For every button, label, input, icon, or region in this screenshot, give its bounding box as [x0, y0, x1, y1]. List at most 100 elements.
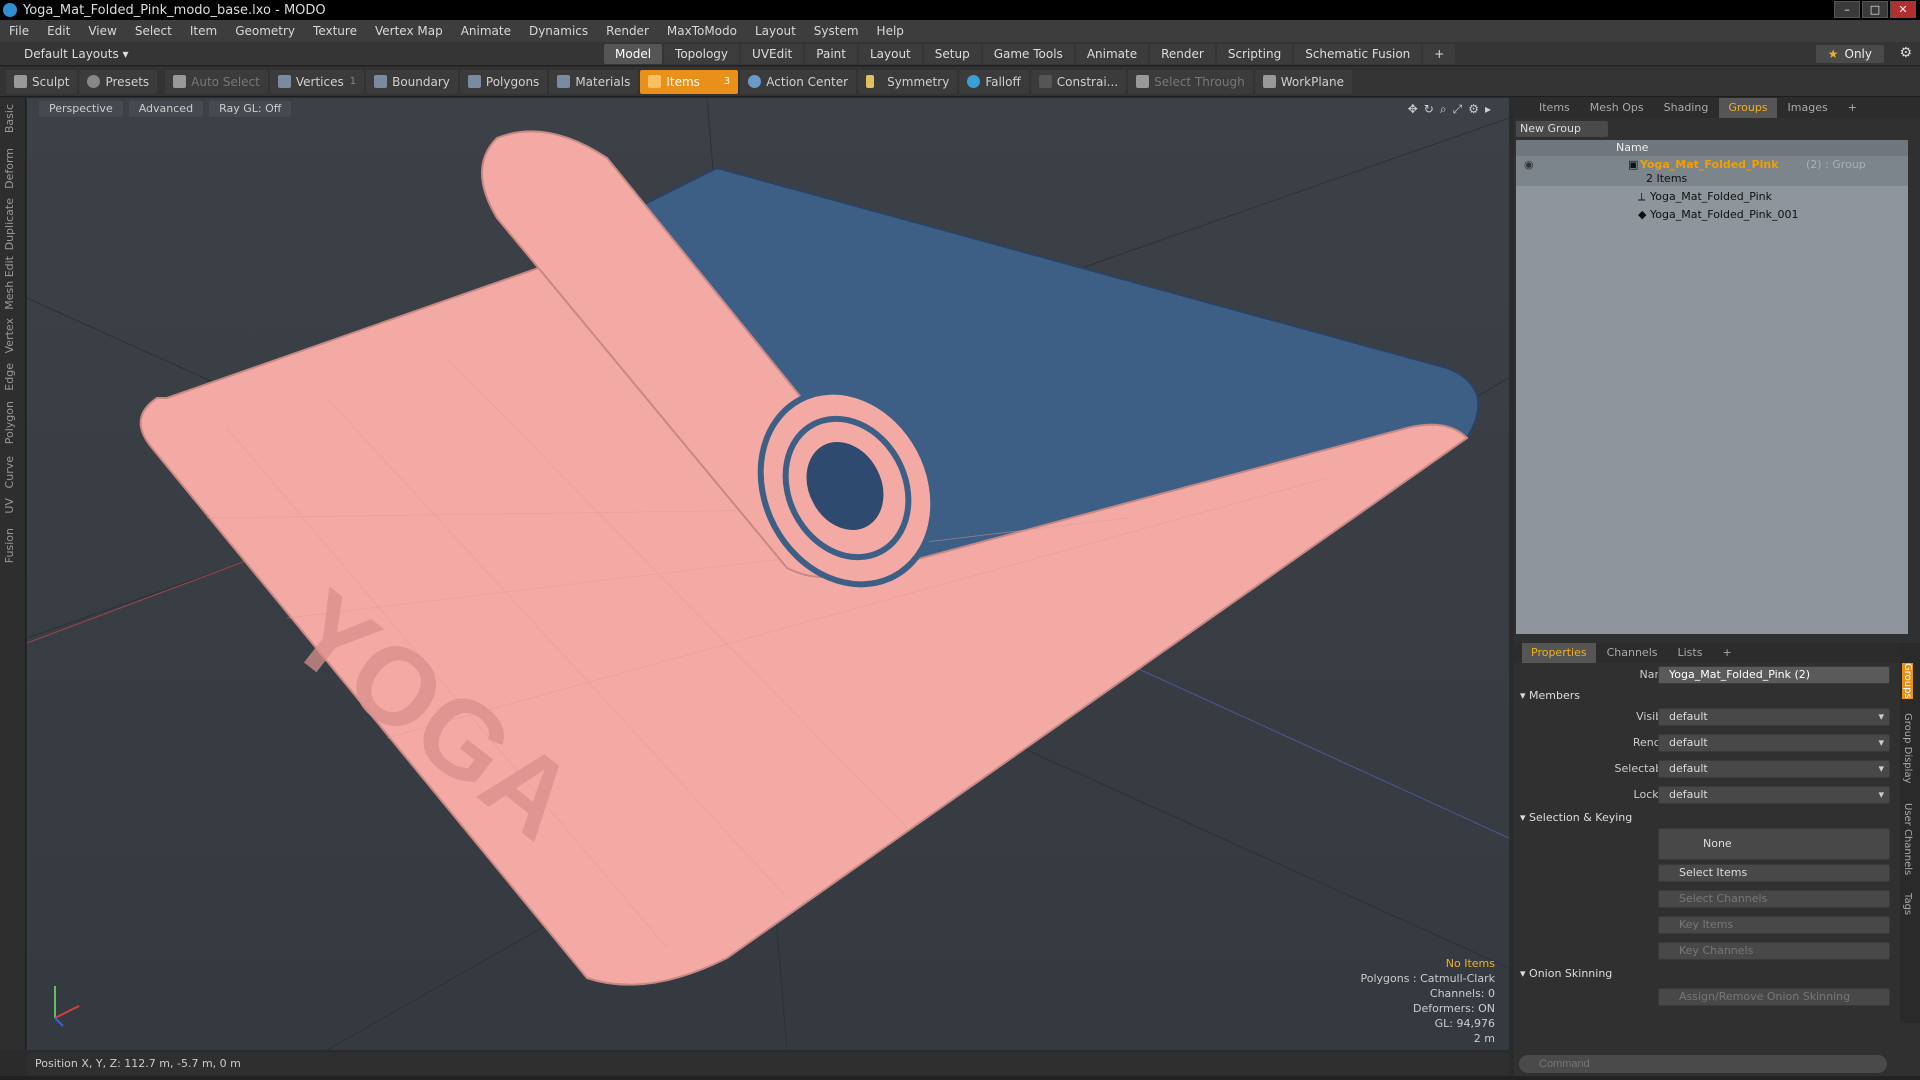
zoom-icon[interactable]: ⌕	[1440, 102, 1447, 117]
only-button[interactable]: ★ Only	[1815, 45, 1884, 63]
selection-keying-section[interactable]: ▾ Selection & Keying	[1520, 811, 1632, 824]
onion-skinning-section[interactable]: ▾ Onion Skinning	[1520, 967, 1612, 980]
locked-dropdown[interactable]: default	[1658, 786, 1890, 804]
rotate-icon[interactable]: ↻	[1424, 102, 1434, 117]
menu-view[interactable]: View	[79, 20, 125, 42]
gear-icon[interactable]: ⚙	[1899, 45, 1912, 61]
tab-game-tools[interactable]: Game Tools	[982, 44, 1074, 64]
boundary-button[interactable]: Boundary	[366, 69, 458, 94]
vtab-uv[interactable]: UV	[3, 498, 23, 514]
add-tab-button[interactable]: +	[1423, 44, 1456, 64]
default-layouts-dropdown[interactable]: Default Layouts ▾	[0, 47, 139, 61]
pan-icon[interactable]: ✥	[1408, 102, 1418, 117]
select-items-button[interactable]: Select Items	[1658, 864, 1890, 882]
menu-animate[interactable]: Animate	[452, 20, 520, 42]
vtab-mesh-edit[interactable]: Mesh Edit	[3, 256, 23, 310]
auto-select-button[interactable]: Auto Select	[165, 69, 268, 94]
menu-layout[interactable]: Layout	[746, 20, 805, 42]
tab-scripting[interactable]: Scripting	[1216, 44, 1293, 64]
name-field[interactable]: Yoga_Mat_Folded_Pink (2)	[1658, 666, 1890, 684]
tab-layout[interactable]: Layout	[858, 44, 922, 64]
minimize-button[interactable]: –	[1834, 1, 1860, 18]
sidetab-user-channels[interactable]: User Channels	[1902, 803, 1913, 875]
vtab-basic[interactable]: Basic	[3, 104, 23, 133]
tab-items[interactable]: Items	[1530, 98, 1579, 118]
menu-edit[interactable]: Edit	[38, 20, 79, 42]
select-channels-button[interactable]: Select Channels	[1658, 890, 1890, 908]
key-channels-button[interactable]: Key Channels	[1658, 942, 1890, 960]
items-button[interactable]: Items 3	[640, 69, 739, 94]
symmetry-button[interactable]: Symmetry	[858, 69, 958, 94]
tab-images[interactable]: Images	[1779, 98, 1837, 118]
sidetab-groups[interactable]: Groups	[1902, 663, 1913, 699]
symmetry-label: Symmetry	[887, 74, 950, 89]
vtab-curve[interactable]: Curve	[3, 456, 23, 488]
tab-model[interactable]: Model	[604, 44, 663, 64]
sculpt-button[interactable]: Sculpt	[6, 69, 78, 94]
none-button[interactable]: None	[1658, 828, 1890, 860]
menu-maxtomodo[interactable]: MaxToModo	[658, 20, 746, 42]
3d-viewport[interactable]: YOGA Perspective Advanced Ray GL: Off ✥ …	[27, 98, 1509, 1050]
tab-paint[interactable]: Paint	[805, 44, 857, 64]
raygl-button[interactable]: Ray GL: Off	[209, 101, 292, 117]
menu-select[interactable]: Select	[126, 20, 181, 42]
vtab-edge[interactable]: Edge	[3, 363, 23, 391]
tab-properties[interactable]: Properties	[1522, 643, 1596, 663]
materials-button[interactable]: Materials	[549, 69, 639, 94]
menu-texture[interactable]: Texture	[304, 20, 366, 42]
menu-help[interactable]: Help	[868, 20, 913, 42]
tab-lists[interactable]: Lists	[1669, 643, 1712, 663]
sidetab-tags[interactable]: Tags	[1902, 893, 1913, 915]
maximize-viewport-icon[interactable]: ⤢	[1453, 102, 1463, 117]
tab-topology[interactable]: Topology	[664, 44, 740, 64]
key-items-button[interactable]: Key Items	[1658, 916, 1890, 934]
command-input[interactable]	[1519, 1055, 1887, 1073]
tab-channels[interactable]: Channels	[1598, 643, 1667, 663]
tab-render[interactable]: Render	[1150, 44, 1215, 64]
polygons-button[interactable]: Polygons	[459, 69, 548, 94]
vtab-vertex[interactable]: Vertex	[3, 318, 23, 353]
menu-system[interactable]: System	[805, 20, 868, 42]
action-center-button[interactable]: Action Center	[740, 69, 857, 94]
menu-item[interactable]: Item	[181, 20, 226, 42]
selectable-dropdown[interactable]: default	[1658, 760, 1890, 778]
menu-geometry[interactable]: Geometry	[226, 20, 304, 42]
viewport-menu-arrow-icon[interactable]: ▸	[1485, 102, 1491, 117]
members-section[interactable]: ▾ Members	[1520, 689, 1580, 702]
maximize-button[interactable]: □	[1862, 1, 1888, 18]
tab-animate[interactable]: Animate	[1075, 44, 1149, 64]
add-panel-tab-button[interactable]: +	[1839, 98, 1866, 118]
tree-row-child-2[interactable]: ◆ Yoga_Mat_Folded_Pink_001	[1516, 206, 1908, 224]
vtab-fusion[interactable]: Fusion	[3, 528, 23, 563]
visible-dropdown[interactable]: default	[1658, 708, 1890, 726]
menu-dynamics[interactable]: Dynamics	[520, 20, 597, 42]
assign-onion-button[interactable]: Assign/Remove Onion Skinning	[1658, 988, 1890, 1006]
vtab-deform[interactable]: Deform	[3, 148, 23, 189]
falloff-button[interactable]: Falloff	[959, 69, 1029, 94]
presets-button[interactable]: Presets	[79, 69, 158, 94]
select-through-button[interactable]: Select Through	[1128, 69, 1253, 94]
constraints-button[interactable]: Constrai...	[1030, 69, 1127, 94]
add-properties-tab-button[interactable]: +	[1713, 643, 1740, 663]
sidetab-group-display[interactable]: Group Display	[1902, 713, 1913, 783]
vtab-polygon[interactable]: Polygon	[3, 401, 23, 444]
render-dropdown[interactable]: default	[1658, 734, 1890, 752]
menu-vertex-map[interactable]: Vertex Map	[366, 20, 452, 42]
view-advanced-button[interactable]: Advanced	[128, 101, 204, 117]
view-perspective-button[interactable]: Perspective	[39, 101, 123, 117]
viewport-gear-icon[interactable]: ⚙	[1468, 102, 1479, 117]
tab-setup[interactable]: Setup	[923, 44, 981, 64]
new-group-button[interactable]: New Group	[1516, 121, 1608, 137]
menu-render[interactable]: Render	[597, 20, 658, 42]
vertices-button[interactable]: Vertices 1	[269, 69, 365, 94]
workplane-button[interactable]: WorkPlane	[1254, 69, 1353, 94]
close-button[interactable]: ✕	[1890, 1, 1916, 18]
tree-row-child-1[interactable]: ⟂ Yoga_Mat_Folded_Pink	[1516, 188, 1908, 206]
tab-schematic-fusion[interactable]: Schematic Fusion	[1294, 44, 1422, 64]
tab-groups[interactable]: Groups	[1719, 98, 1777, 118]
menu-file[interactable]: File	[0, 20, 38, 42]
tab-mesh-ops[interactable]: Mesh Ops	[1581, 98, 1653, 118]
tab-uvedit[interactable]: UVEdit	[741, 44, 804, 64]
vtab-duplicate[interactable]: Duplicate	[3, 198, 23, 250]
tab-shading[interactable]: Shading	[1655, 98, 1718, 118]
